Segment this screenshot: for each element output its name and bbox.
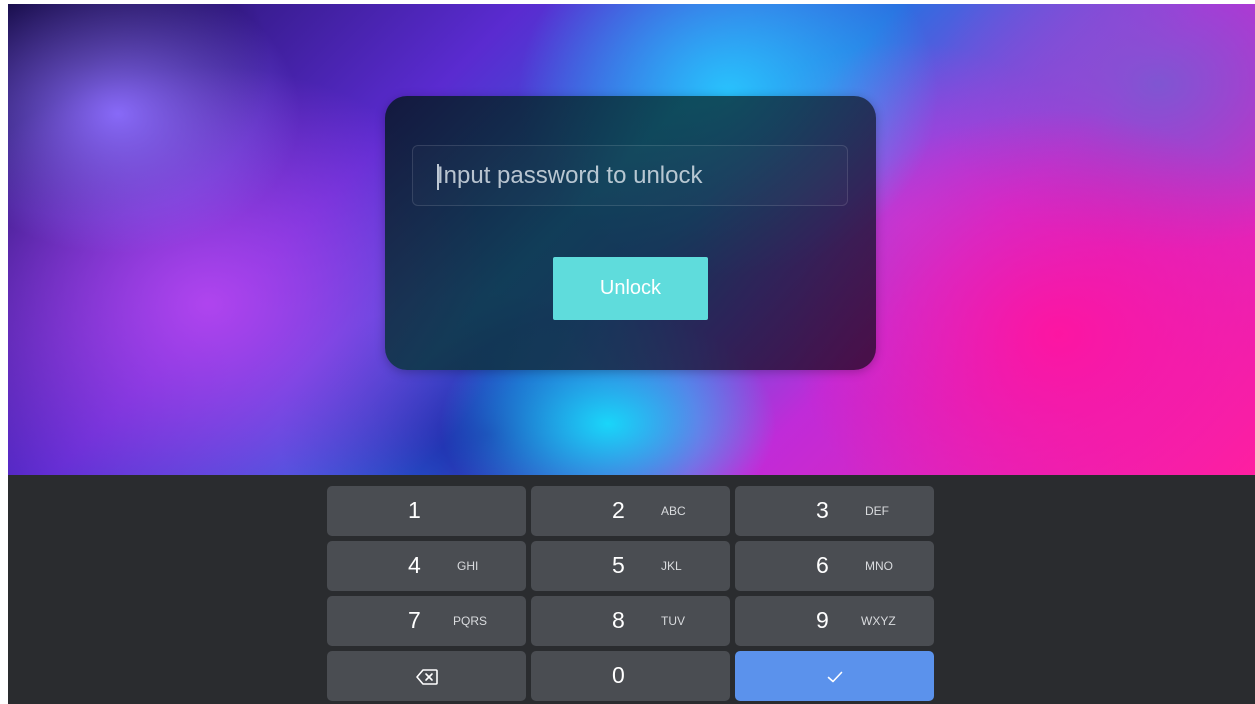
checkmark-icon xyxy=(735,664,934,688)
key-2[interactable]: 2 ABC xyxy=(531,486,730,536)
key-letters: PQRS xyxy=(453,614,488,628)
key-8[interactable]: 8 TUV xyxy=(531,596,730,646)
key-digit: 9 xyxy=(816,607,829,633)
key-letters: TUV xyxy=(661,614,685,628)
key-digit: 4 xyxy=(408,552,421,578)
key-digit: 1 xyxy=(408,497,421,523)
key-5[interactable]: 5 JKL xyxy=(531,541,730,591)
key-digit: 6 xyxy=(816,552,829,578)
key-7[interactable]: 7 PQRS xyxy=(327,596,526,646)
key-digit: 3 xyxy=(816,497,829,523)
key-letters: GHI xyxy=(457,559,479,573)
key-4[interactable]: 4 GHI xyxy=(327,541,526,591)
key-6[interactable]: 6 MNO xyxy=(735,541,934,591)
backspace-icon xyxy=(327,664,526,688)
key-letters: DEF xyxy=(865,504,889,518)
key-0[interactable]: 0 xyxy=(531,651,730,701)
key-digit: 5 xyxy=(612,552,625,578)
key-letters: JKL xyxy=(661,559,682,573)
key-digit: 2 xyxy=(612,497,625,523)
key-letters: WXYZ xyxy=(861,614,896,628)
key-3[interactable]: 3 DEF xyxy=(735,486,934,536)
numeric-keypad: 1 2 ABC 3 DEF 4 GHI 5 JKL 6 MNO 7 PQRS 8 xyxy=(8,475,1255,704)
key-digit: 8 xyxy=(612,607,625,633)
unlock-dialog: Unlock xyxy=(385,96,876,370)
screen: Unlock 1 2 ABC 3 DEF 4 GHI 5 JKL 6 MNO 7… xyxy=(8,4,1255,704)
text-caret xyxy=(437,164,439,190)
key-digit: 0 xyxy=(612,662,625,688)
key-letters: MNO xyxy=(865,559,893,573)
password-input[interactable] xyxy=(412,145,848,206)
key-digit: 7 xyxy=(408,607,421,633)
wallpaper: Unlock xyxy=(8,4,1255,475)
enter-key[interactable] xyxy=(735,651,934,701)
key-1[interactable]: 1 xyxy=(327,486,526,536)
key-9[interactable]: 9 WXYZ xyxy=(735,596,934,646)
backspace-key[interactable] xyxy=(327,651,526,701)
key-letters: ABC xyxy=(661,504,686,518)
unlock-button[interactable]: Unlock xyxy=(553,257,708,320)
